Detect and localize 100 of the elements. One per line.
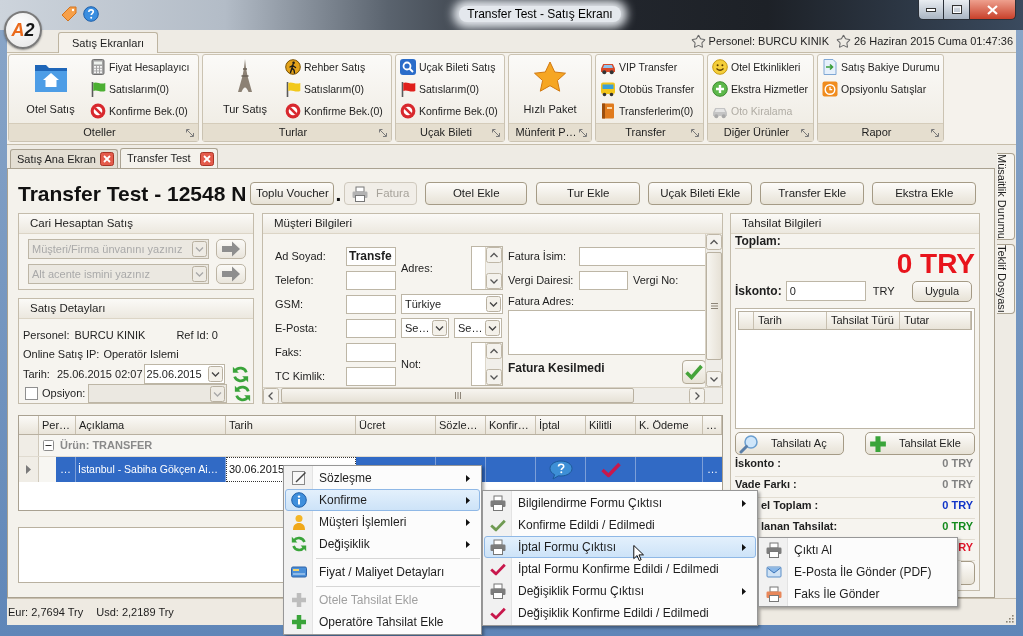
dialog-launcher-icon[interactable] [379,128,387,137]
action-button[interactable]: Otel Ekle [425,182,528,205]
collapse-icon[interactable] [43,440,54,451]
scroll-up-icon[interactable] [486,247,502,263]
dropdown-field[interactable]: Se… [401,318,449,338]
country-dropdown[interactable]: Türkiye [401,294,503,314]
text-field[interactable] [579,270,628,290]
column-header[interactable]: Per… [39,416,76,434]
scrollbar-thumb[interactable] [706,252,722,360]
dialog-launcher-icon[interactable] [492,128,500,137]
column-header[interactable]: Ücret [356,416,436,434]
resize-grip-icon[interactable] [1004,613,1014,623]
scroll-up-icon[interactable] [706,234,722,250]
dialog-launcher-icon[interactable] [579,128,587,137]
help-icon[interactable] [83,6,99,22]
vertical-scrollbar[interactable] [705,234,722,387]
checkbox[interactable] [25,387,38,400]
scrollbar-thumb[interactable] [281,388,634,403]
action-button[interactable]: Ekstra Ekle [872,182,977,205]
ribbon-item[interactable]: Satıslarım(0) [284,78,385,100]
refresh-icon[interactable] [234,385,252,402]
ribbon-item[interactable]: Rehber Satış [284,56,385,78]
large-ribbon-button[interactable]: Hızlı Paket [512,56,588,123]
scroll-down-icon[interactable] [706,371,722,387]
text-field[interactable] [346,342,396,362]
text-field[interactable] [346,366,396,386]
apply-button[interactable]: Uygula [912,280,972,302]
column-header[interactable]: İptal [536,416,586,434]
ribbon-item[interactable]: Konfirme Bek.(0) [284,100,385,122]
text-area[interactable] [508,310,705,355]
close-button[interactable] [970,0,1016,20]
column-header[interactable]: Tarih [226,416,356,434]
scroll-up-icon[interactable] [486,343,502,359]
column-header[interactable]: Tutar [900,312,971,329]
menu-item[interactable]: Fiyat / Maliyet Detayları [285,561,480,583]
confirm-button[interactable] [682,360,705,384]
menu-item[interactable]: Müşteri İşlemleri [285,511,480,533]
scroll-down-icon[interactable] [486,273,502,289]
menu-item[interactable]: Konfirme [285,489,480,511]
column-header[interactable]: Kilitli [586,416,636,434]
column-header[interactable]: … [703,416,722,434]
ribbon-item[interactable]: Konfirme Bek.(0) [89,100,192,122]
ribbon-item[interactable]: Fiyat Hesaplayıcı [89,56,192,78]
column-header[interactable]: Tahsilat Türü [827,312,900,329]
menu-item[interactable]: Değişiklik [285,533,480,555]
ribbon-item[interactable]: Konfirme Bek.(0) [399,100,500,122]
scroll-left-icon[interactable] [263,388,279,404]
action-button[interactable]: Transfer Ekle [760,182,865,205]
menu-item[interactable]: İptal Formu Konfirme Edildi / Edilmedi [484,558,756,580]
go-button[interactable] [216,264,246,284]
action-button[interactable]: Tur Ekle [536,182,641,205]
partial-button[interactable] [961,561,975,585]
text-field[interactable] [579,246,705,266]
ribbon-item[interactable]: Satış Bakiye Durumu [821,56,942,78]
ribbon-item[interactable]: Transferlerim(0) [599,100,697,122]
scroll-right-icon[interactable] [689,388,705,404]
text-field[interactable] [346,294,396,314]
menu-item[interactable]: E-Posta İle Gönder (PDF) [760,561,956,583]
menu-item[interactable]: Bilgilendirme Formu Çıktısı [484,492,756,514]
tag-icon[interactable] [61,6,77,22]
menu-item[interactable]: Konfirme Edildi / Edilmedi [484,514,756,536]
refresh-icon[interactable] [231,365,249,383]
discount-field[interactable]: 0 [785,281,866,301]
menu-item[interactable]: Operatöre Tahsilat Ekle [285,611,480,633]
large-ribbon-button[interactable]: Otel Satış [12,56,89,123]
dialog-launcher-icon[interactable] [186,128,194,137]
note-field[interactable] [471,342,503,386]
column-header[interactable]: Sözle… [436,416,486,434]
column-header[interactable]: Tarih [754,312,827,329]
column-header[interactable]: Açıklama [76,416,226,434]
ribbon-item[interactable]: Satıslarım(0) [89,78,192,100]
payment-action-button[interactable]: Tahsilatı Aç [735,432,844,455]
large-ribbon-button[interactable]: Tur Satış [206,56,284,123]
ribbon-item[interactable]: Ekstra Hizmetler [711,78,810,100]
ribbon-item[interactable]: Uçak Bileti Satış [399,56,500,78]
text-field[interactable]: Transfe [346,246,396,266]
ribbon-item[interactable]: VIP Transfer [599,56,697,78]
text-field[interactable] [346,318,396,338]
ribbon-item[interactable]: Otel Etkinlikleri [711,56,810,78]
dialog-launcher-icon[interactable] [931,128,939,137]
side-tab[interactable]: Müsaitlik Durumu [997,153,1015,240]
ribbon-tab[interactable]: Satış Ekranları [58,32,159,53]
minimize-button[interactable] [918,0,944,20]
address-field[interactable] [471,246,503,290]
menu-item[interactable]: İptal Formu Çıktısı [484,536,756,558]
text-field[interactable] [346,270,396,290]
close-icon[interactable] [100,152,114,166]
document-tab[interactable]: Transfer Test [120,148,218,168]
ribbon-item[interactable]: Satıslarım(0) [399,78,500,100]
action-button[interactable]: Uçak Bileti Ekle [648,182,753,205]
payment-action-button[interactable]: Tahsilat Ekle [865,432,975,455]
go-button[interactable] [216,239,246,259]
scroll-down-icon[interactable] [486,369,502,385]
action-button[interactable]: Toplu Voucher [250,182,335,205]
column-header[interactable]: Konfir… [486,416,536,434]
menu-item[interactable]: Değişiklik Formu Çıktısı [484,580,756,602]
side-tab[interactable]: Teklif Dosyası [997,243,1015,314]
date-field[interactable]: 25.06.2015 [143,364,225,384]
maximize-button[interactable] [944,0,970,20]
horizontal-scrollbar[interactable] [263,387,722,403]
